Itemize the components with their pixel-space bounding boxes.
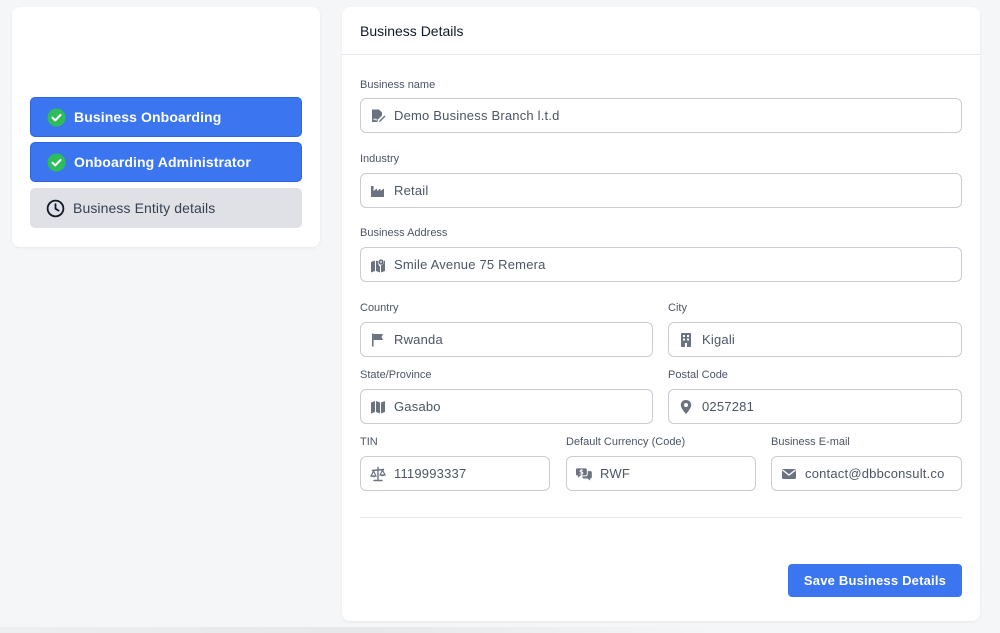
city-value: Kigali — [702, 332, 735, 347]
business-email-label: Business E-mail — [771, 436, 850, 448]
step-label: Business Onboarding — [74, 109, 222, 125]
building-icon — [678, 332, 694, 348]
postal-code-field[interactable]: 0257281 — [668, 389, 962, 424]
step-business-onboarding[interactable]: Business Onboarding — [30, 97, 302, 137]
signature-icon — [370, 108, 386, 124]
city-field[interactable]: Kigali — [668, 322, 962, 357]
industry-value: Retail — [394, 183, 429, 198]
map-icon — [370, 399, 386, 415]
step-business-entity-details[interactable]: Business Entity details — [30, 188, 302, 228]
postal-code-label: Postal Code — [668, 369, 728, 381]
industry-label: Industry — [360, 153, 400, 165]
envelope-icon — [781, 466, 797, 482]
business-email-field[interactable]: contact@dbbconsult.co — [771, 456, 962, 491]
industry-field[interactable]: Retail — [360, 173, 962, 208]
postal-code-value: 0257281 — [702, 399, 755, 414]
money-comments-icon: $ — [576, 466, 592, 482]
map-location-icon — [370, 257, 386, 273]
currency-field[interactable]: $ RWF — [566, 456, 756, 491]
city-label: City — [668, 302, 687, 314]
tin-value: 1119993337 — [394, 466, 467, 481]
save-business-details-button[interactable]: Save Business Details — [788, 564, 962, 597]
business-name-field[interactable]: Demo Business Branch l.t.d — [360, 98, 962, 133]
check-circle-icon — [46, 107, 66, 127]
currency-value: RWF — [600, 466, 630, 481]
country-label: Country — [360, 302, 399, 314]
flag-icon — [370, 332, 386, 348]
tin-field[interactable]: 1119993337 — [360, 456, 550, 491]
industry-icon — [370, 183, 386, 199]
page-title: Business Details — [360, 22, 464, 39]
page-bottom-shadow — [0, 627, 720, 633]
clock-icon — [45, 198, 65, 218]
location-pin-icon — [678, 399, 694, 415]
state-province-label: State/Province — [360, 369, 432, 381]
step-label: Business Entity details — [73, 200, 216, 216]
svg-text:$: $ — [579, 468, 584, 476]
business-address-value: Smile Avenue 75 Remera — [394, 257, 546, 272]
state-province-field[interactable]: Gasabo — [360, 389, 653, 424]
business-name-label: Business name — [360, 79, 436, 91]
currency-label: Default Currency (Code) — [566, 436, 686, 448]
card-header: Business Details — [342, 7, 980, 55]
step-onboarding-administrator[interactable]: Onboarding Administrator — [30, 142, 302, 182]
business-email-value: contact@dbbconsult.co — [805, 466, 945, 481]
step-label: Onboarding Administrator — [74, 154, 251, 170]
tin-label: TIN — [360, 436, 378, 448]
country-field[interactable]: Rwanda — [360, 322, 653, 357]
business-details-card: Business Details Business name Demo Busi… — [342, 7, 980, 621]
scale-icon — [370, 466, 386, 482]
check-circle-icon — [46, 152, 66, 172]
onboarding-steps-panel: Business Onboarding Onboarding Administr… — [12, 7, 320, 247]
form-divider — [360, 517, 962, 518]
business-address-field[interactable]: Smile Avenue 75 Remera — [360, 247, 962, 282]
business-address-label: Business Address — [360, 227, 448, 239]
business-name-value: Demo Business Branch l.t.d — [394, 108, 560, 123]
state-province-value: Gasabo — [394, 399, 441, 414]
country-value: Rwanda — [394, 332, 443, 347]
